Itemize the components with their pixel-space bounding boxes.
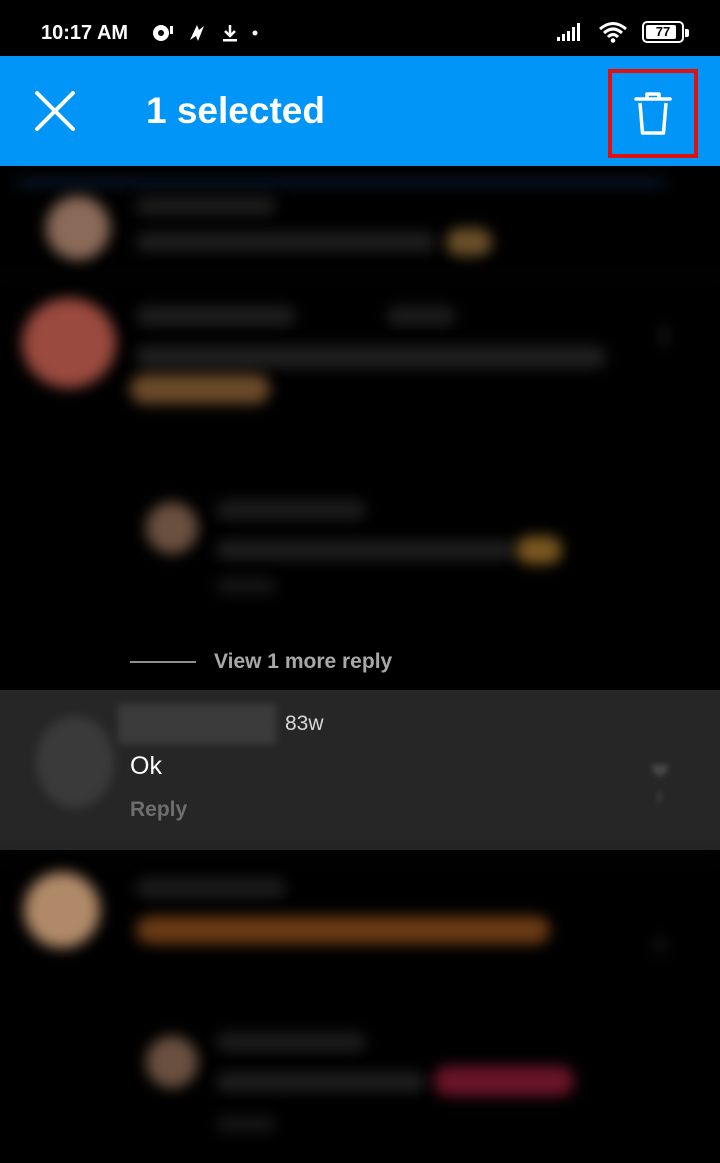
view-more-replies[interactable]: View 1 more reply [130,650,392,674]
close-button[interactable] [22,78,88,144]
battery-level: 77 [655,24,671,39]
avatar [36,716,114,808]
avatar [22,298,116,388]
signal-icon [557,23,580,41]
selection-title: 1 selected [146,90,325,131]
battery-icon: 77 [642,21,689,43]
notification-icons [152,22,258,44]
avatar [24,872,100,948]
selected-comment[interactable]: 83w Ok Reply [0,690,720,850]
comment-timestamp: 83w [285,712,324,735]
status-bar: 10:17 AM 77 [0,0,720,56]
heart-icon[interactable] [650,760,670,802]
close-icon [35,91,75,131]
delete-button[interactable] [608,69,698,158]
comments-list: View 1 more reply 83w Ok Reply [0,166,720,1163]
dot-icon [252,30,258,36]
trash-icon [634,91,672,135]
app-icon [190,25,204,41]
wifi-icon [599,22,627,43]
avatar [46,196,110,260]
reply-button[interactable]: Reply [130,798,187,822]
download-icon [223,25,237,42]
status-time: 10:17 AM [41,22,129,44]
avatar [146,502,198,554]
avatar [146,1036,198,1088]
comment-username [118,704,276,744]
media-icon [153,25,173,41]
comment-text: Ok [130,752,162,780]
system-icons: 77 [556,21,689,43]
selection-action-bar: 1 selected [0,56,720,166]
view-more-replies-label: View 1 more reply [214,650,393,673]
